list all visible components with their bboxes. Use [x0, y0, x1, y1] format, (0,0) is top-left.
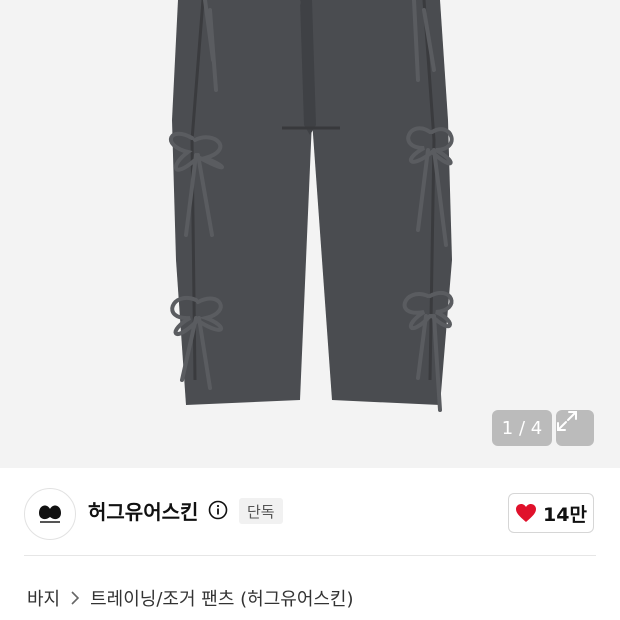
breadcrumb-item-category[interactable]: 바지 [27, 585, 60, 611]
heart-icon [516, 504, 537, 522]
expand-button[interactable] [556, 410, 594, 446]
brand-name[interactable]: 허그유어스킨 [88, 496, 198, 525]
breadcrumb: 바지 트레이닝/조거 팬츠 (허그유어스킨) [27, 585, 354, 611]
chevron-right-icon [70, 591, 80, 605]
brand-logo[interactable] [24, 488, 76, 540]
exclusive-badge: 단독 [239, 498, 283, 524]
product-image-gallery[interactable]: 1 / 4 [0, 0, 620, 468]
brand-logo-icon [39, 505, 61, 523]
product-photo-pants [168, 0, 454, 412]
image-counter: 1 / 4 [492, 410, 552, 446]
breadcrumb-item-subcategory[interactable]: 트레이닝/조거 팬츠 (허그유어스킨) [90, 585, 353, 611]
brand-row: 허그유어스킨 단독 14만 [0, 468, 620, 556]
divider [24, 555, 596, 556]
like-button[interactable]: 14만 [508, 493, 594, 533]
expand-icon [557, 411, 577, 431]
info-icon[interactable] [208, 500, 228, 520]
like-count: 14만 [543, 503, 587, 526]
